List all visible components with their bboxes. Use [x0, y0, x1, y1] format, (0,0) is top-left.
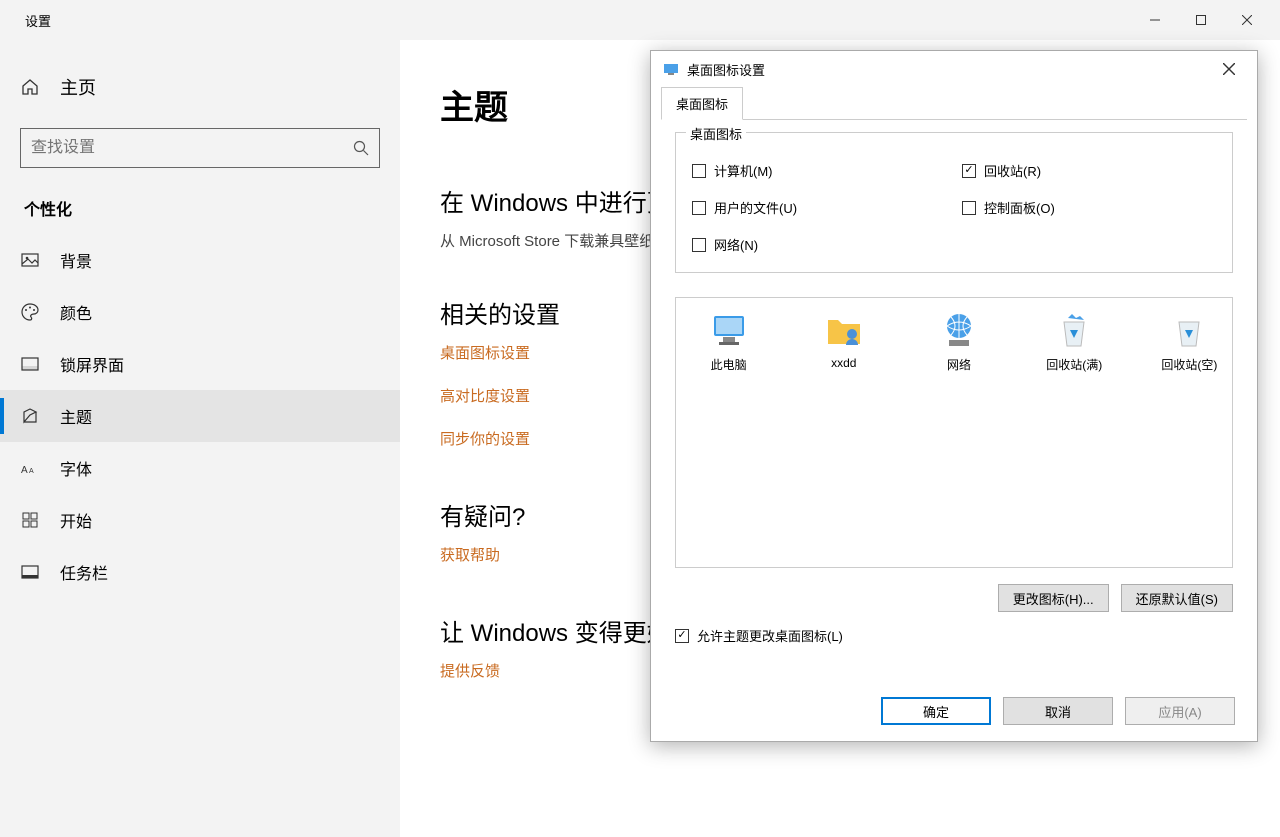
titlebar: 设置: [0, 0, 1280, 40]
sidebar-item-label: 主题: [60, 404, 92, 428]
window-controls: [1132, 4, 1270, 36]
checkbox-label: 网络(N): [714, 235, 758, 254]
icon-this-pc[interactable]: 此电脑: [694, 310, 763, 373]
taskbar-icon: [20, 562, 40, 582]
checkbox-label: 控制面板(O): [984, 198, 1055, 217]
checkbox-network[interactable]: 网络(N): [692, 235, 946, 254]
sidebar-item-label: 锁屏界面: [60, 352, 124, 376]
icon-buttons-row: 更改图标(H)... 还原默认值(S): [675, 584, 1233, 612]
svg-text:A: A: [29, 468, 34, 475]
recycle-bin-full-icon: [1054, 310, 1094, 350]
dialog-title: 桌面图标设置: [687, 60, 765, 79]
icon-user-folder[interactable]: xxdd: [809, 310, 878, 373]
icon-network[interactable]: 网络: [924, 310, 993, 373]
checkbox-box: [962, 201, 976, 215]
sidebar-item-start[interactable]: 开始: [0, 494, 400, 546]
dialog-content: 桌面图标 计算机(M) 回收站(R) 用户的文件(U) 控制面板(O) 网络(N…: [651, 120, 1257, 687]
sidebar-item-label: 颜色: [60, 300, 92, 324]
icon-label: 网络: [947, 356, 971, 373]
close-button[interactable]: [1224, 4, 1270, 36]
sidebar-item-label: 背景: [60, 248, 92, 272]
checkbox-box: [692, 238, 706, 252]
lockscreen-icon: [20, 354, 40, 374]
sidebar-item-themes[interactable]: 主题: [0, 390, 400, 442]
dialog-close-button[interactable]: [1213, 55, 1245, 83]
checkbox-box: [962, 164, 976, 178]
checkbox-label: 回收站(R): [984, 161, 1041, 180]
checkbox-box: [692, 164, 706, 178]
palette-icon: [20, 302, 40, 322]
checkbox-label: 用户的文件(U): [714, 198, 797, 217]
sidebar-item-fonts[interactable]: AA 字体: [0, 442, 400, 494]
themes-icon: [20, 406, 40, 426]
picture-icon: [20, 250, 40, 270]
checkbox-recycle-bin[interactable]: 回收站(R): [962, 161, 1216, 180]
ok-button[interactable]: 确定: [881, 697, 991, 725]
apply-button[interactable]: 应用(A): [1125, 697, 1235, 725]
sidebar-item-background[interactable]: 背景: [0, 234, 400, 286]
change-icon-button[interactable]: 更改图标(H)...: [998, 584, 1109, 612]
svg-text:A: A: [21, 465, 28, 476]
minimize-button[interactable]: [1132, 4, 1178, 36]
checkbox-label: 计算机(M): [714, 161, 773, 180]
checkbox-box: [692, 201, 706, 215]
user-folder-icon: [824, 310, 864, 350]
cancel-button[interactable]: 取消: [1003, 697, 1113, 725]
desktop-icon-settings-dialog: 桌面图标设置 桌面图标 桌面图标 计算机(M) 回收站(R) 用户的文件(U) …: [650, 50, 1258, 742]
computer-icon: [709, 310, 749, 350]
dialog-tabs: 桌面图标: [651, 87, 1257, 120]
sidebar-item-label: 字体: [60, 456, 92, 480]
fieldset-legend: 桌面图标: [686, 124, 746, 143]
icon-label: xxdd: [831, 356, 856, 370]
sidebar-section-label: 个性化: [0, 188, 400, 234]
checkbox-allow-themes[interactable]: 允许主题更改桌面图标(L): [675, 626, 1233, 645]
checkbox-user-files[interactable]: 用户的文件(U): [692, 198, 946, 217]
sidebar-item-label: 任务栏: [60, 560, 108, 584]
sidebar-item-taskbar[interactable]: 任务栏: [0, 546, 400, 598]
sidebar-item-colors[interactable]: 颜色: [0, 286, 400, 338]
sidebar-item-lockscreen[interactable]: 锁屏界面: [0, 338, 400, 390]
checkbox-label: 允许主题更改桌面图标(L): [697, 626, 843, 645]
start-icon: [20, 510, 40, 530]
search-icon: [353, 140, 369, 156]
icon-label: 回收站(空): [1161, 356, 1217, 373]
recycle-bin-empty-icon: [1169, 310, 1209, 350]
network-icon: [939, 310, 979, 350]
dialog-app-icon: [663, 61, 679, 77]
sidebar-home[interactable]: 主页: [0, 64, 400, 110]
dialog-button-bar: 确定 取消 应用(A): [651, 687, 1257, 741]
icon-label: 回收站(满): [1046, 356, 1102, 373]
icon-preview-area: 此电脑 xxdd 网络 回收站(满) 回收站(空): [675, 297, 1233, 568]
checkbox-grid: 计算机(M) 回收站(R) 用户的文件(U) 控制面板(O) 网络(N): [692, 161, 1216, 254]
window-title: 设置: [10, 11, 51, 30]
restore-defaults-button[interactable]: 还原默认值(S): [1121, 584, 1233, 612]
font-icon: AA: [20, 458, 40, 478]
sidebar: 主页 个性化 背景 颜色 锁屏界面 主题: [0, 40, 400, 837]
icon-recycle-empty[interactable]: 回收站(空): [1155, 310, 1224, 373]
sidebar-item-label: 开始: [60, 508, 92, 532]
maximize-button[interactable]: [1178, 4, 1224, 36]
icon-row: 此电脑 xxdd 网络 回收站(满) 回收站(空): [684, 310, 1224, 373]
checkbox-computer[interactable]: 计算机(M): [692, 161, 946, 180]
checkbox-box: [675, 629, 689, 643]
desktop-icons-fieldset: 桌面图标 计算机(M) 回收站(R) 用户的文件(U) 控制面板(O) 网络(N…: [675, 132, 1233, 273]
checkbox-control-panel[interactable]: 控制面板(O): [962, 198, 1216, 217]
icon-label: 此电脑: [711, 356, 747, 373]
home-icon: [20, 77, 40, 97]
search-box[interactable]: [20, 128, 380, 168]
sidebar-home-label: 主页: [60, 74, 96, 100]
tab-desktop-icons[interactable]: 桌面图标: [661, 87, 743, 120]
search-input[interactable]: [31, 139, 353, 157]
icon-recycle-full[interactable]: 回收站(满): [1040, 310, 1109, 373]
dialog-titlebar: 桌面图标设置: [651, 51, 1257, 87]
